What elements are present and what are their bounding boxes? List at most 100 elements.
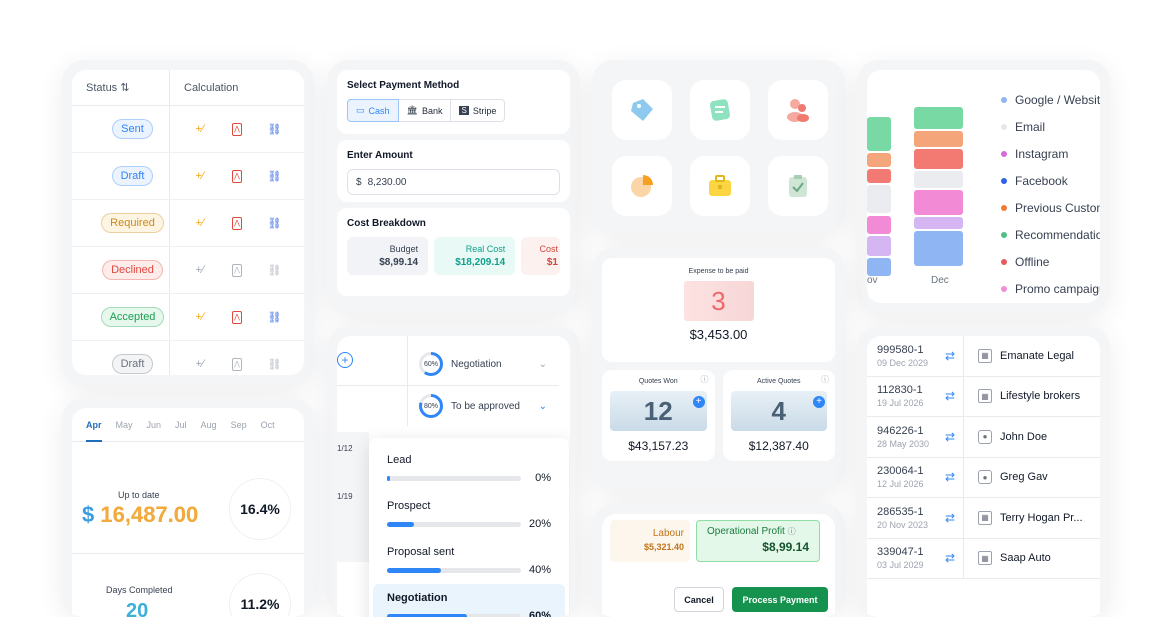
- sync-icon[interactable]: ⇄: [937, 511, 963, 525]
- add-quote-icon[interactable]: +: [692, 396, 705, 408]
- sync-icon[interactable]: ⇄: [937, 430, 963, 444]
- tag-icon-tile[interactable]: [612, 80, 672, 140]
- stage-progress: 60%: [387, 610, 551, 617]
- legend-item[interactable]: Offline: [1001, 248, 1100, 275]
- list-item[interactable]: 112830-1 19 Jul 2026 ⇄ ▦ Lifestyle brokers: [867, 376, 1100, 417]
- link-icon[interactable]: ⛓: [267, 357, 281, 371]
- pdf-icon[interactable]: ⋀: [231, 122, 242, 136]
- status-badge[interactable]: Declined: [102, 260, 163, 280]
- link-icon[interactable]: ⛓: [267, 310, 281, 324]
- amount-input[interactable]: $8,230.00: [347, 169, 560, 195]
- note-icon-tile[interactable]: [690, 80, 750, 140]
- legend-item[interactable]: Promo campaign: [1001, 275, 1100, 302]
- add-quote-icon[interactable]: +: [813, 396, 825, 408]
- plus-minus-icon[interactable]: +⁄: [193, 357, 207, 371]
- client-date: 19 Jul 2026: [877, 398, 924, 409]
- stage-option[interactable]: Negotiation 60%: [373, 584, 565, 617]
- sync-icon[interactable]: ⇄: [937, 389, 963, 403]
- plus-minus-icon[interactable]: +⁄: [193, 169, 207, 183]
- legend-item[interactable]: Google / Website: [1001, 86, 1100, 113]
- stage-option-label: Negotiation: [387, 592, 448, 604]
- legend-item[interactable]: Recommendation: [1001, 221, 1100, 248]
- link-icon[interactable]: ⛓: [267, 122, 281, 136]
- info-icon[interactable]: ⓘ: [821, 374, 829, 385]
- cost-value: $1: [546, 257, 558, 268]
- status-badge[interactable]: Required: [101, 213, 164, 233]
- link-icon[interactable]: ⛓: [267, 263, 281, 277]
- list-item[interactable]: 946226-1 28 May 2030 ⇄ ● John Doe: [867, 417, 1100, 458]
- client-id: 112830-1 19 Jul 2026: [867, 384, 937, 408]
- stage-row-to-be-approved[interactable]: 80% To be approved ⌄: [419, 394, 547, 418]
- month-tab[interactable]: May: [116, 420, 133, 442]
- month-tab[interactable]: Oct: [261, 420, 275, 442]
- status-badge[interactable]: Accepted: [100, 307, 165, 327]
- stage-row-negotiation[interactable]: 60% Negotiation ⌄: [419, 352, 547, 376]
- briefcase-icon-tile[interactable]: [690, 156, 750, 216]
- building-icon: ▦: [978, 510, 992, 525]
- cancel-button[interactable]: Cancel: [674, 587, 724, 612]
- pdf-icon[interactable]: ⋀: [231, 310, 242, 324]
- pdf-icon[interactable]: ⋀: [231, 357, 242, 371]
- stage-progress: 0%: [387, 472, 551, 484]
- pdf-icon[interactable]: ⋀: [231, 169, 242, 183]
- legend-label: Instagram: [1015, 146, 1069, 161]
- stage-progress: 20%: [387, 518, 551, 530]
- month-tab[interactable]: Jun: [147, 420, 162, 442]
- active-quotes-card: Active Quotes ⓘ 4 + $12,387.40: [722, 370, 835, 461]
- info-icon[interactable]: ⓘ: [701, 374, 709, 385]
- progress-track: [387, 521, 521, 527]
- users-icon-tile[interactable]: [768, 80, 828, 140]
- list-item[interactable]: 230064-1 12 Jul 2026 ⇄ ● Greg Gav: [867, 457, 1100, 498]
- stage-option[interactable]: Proposal sent 40%: [373, 538, 565, 584]
- link-icon[interactable]: ⛓: [267, 216, 281, 230]
- briefcase-icon: [709, 175, 731, 196]
- real-cost-value: $18,209.14: [455, 257, 506, 268]
- bar-dec-instagram: [914, 217, 963, 229]
- legend-item[interactable]: Email: [1001, 113, 1100, 140]
- quotes-won-count: 12: [610, 391, 707, 431]
- clipboard-check-icon-tile[interactable]: [768, 156, 828, 216]
- calculation-column-header: Calculation: [184, 81, 239, 94]
- month-tab[interactable]: Apr: [86, 420, 102, 442]
- sync-icon[interactable]: ⇄: [937, 349, 963, 363]
- plus-minus-icon[interactable]: +⁄: [193, 216, 207, 230]
- stage-option[interactable]: Prospect 20%: [373, 492, 565, 538]
- chart-legend: Google / Website Email Instagram Facebook Pr…: [1001, 86, 1100, 302]
- link-icon[interactable]: ⛓: [267, 169, 281, 183]
- status-badge[interactable]: Draft: [111, 166, 154, 186]
- list-item[interactable]: 999580-1 09 Dec 2029 ⇄ ▦ Emanate Legal: [867, 336, 1100, 377]
- list-item[interactable]: 339047-1 03 Jul 2029 ⇄ ▦ Saap Auto: [867, 538, 1100, 579]
- stage-option[interactable]: Lead 0%: [373, 446, 565, 492]
- status-column-header[interactable]: Status ⇅: [72, 70, 170, 105]
- pdf-icon[interactable]: ⋀: [231, 263, 242, 277]
- month-tab[interactable]: Sep: [231, 420, 247, 442]
- sync-icon[interactable]: ⇄: [937, 551, 963, 565]
- month-tab[interactable]: Aug: [201, 420, 217, 442]
- plus-minus-icon[interactable]: +⁄: [193, 122, 207, 136]
- status-badge[interactable]: Draft: [111, 354, 154, 374]
- labour-label: Labour: [652, 528, 684, 539]
- plus-minus-icon[interactable]: +⁄: [193, 310, 207, 324]
- month-tab[interactable]: Jul: [175, 420, 187, 442]
- legend-item[interactable]: Facebook: [1001, 167, 1100, 194]
- stage-progress: 40%: [387, 564, 551, 576]
- sync-icon[interactable]: ⇄: [937, 470, 963, 484]
- client-id: 230064-1 12 Jul 2026: [867, 465, 937, 489]
- add-icon[interactable]: +: [337, 352, 353, 368]
- bank-option[interactable]: 🏛 Bank: [398, 99, 452, 122]
- labour-card: Labour $5,321.40: [610, 520, 690, 562]
- list-item[interactable]: 286535-1 20 Nov 2023 ⇄ ▦ Terry Hogan Pr...: [867, 498, 1100, 539]
- pie-chart-icon-tile[interactable]: [612, 156, 672, 216]
- stripe-option[interactable]: S Stripe: [451, 99, 506, 122]
- process-payment-button[interactable]: Process Payment: [732, 587, 828, 612]
- plus-minus-icon[interactable]: +⁄: [193, 263, 207, 277]
- client-name-cell: ▦ Lifestyle brokers: [963, 376, 1100, 416]
- legend-item[interactable]: Previous Customer: [1001, 194, 1100, 221]
- chevron-down-icon[interactable]: ⌄: [539, 401, 547, 412]
- status-badge[interactable]: Sent: [112, 119, 153, 139]
- legend-item[interactable]: Instagram: [1001, 140, 1100, 167]
- pdf-icon[interactable]: ⋀: [231, 216, 242, 230]
- amount-value: 8,230.00: [367, 176, 407, 188]
- cash-option[interactable]: ▭ Cash: [347, 99, 399, 122]
- info-icon[interactable]: ⓘ: [788, 527, 796, 536]
